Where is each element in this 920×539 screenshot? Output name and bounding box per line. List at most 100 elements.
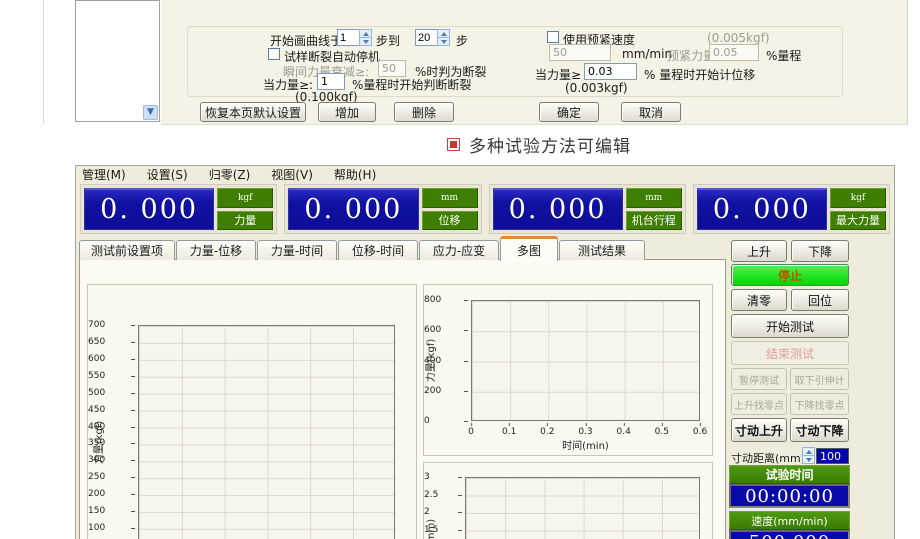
- delete-button[interactable]: 删除: [394, 102, 454, 122]
- ok-button[interactable]: 确定: [539, 102, 599, 122]
- y-tick-label: 2.5: [424, 490, 463, 500]
- end-step-input[interactable]: [415, 29, 437, 46]
- x-tick-label: 0.6: [693, 427, 707, 437]
- remove-extensometer-button: 取下引伸计: [790, 368, 849, 390]
- tab-pretest-settings[interactable]: 测试前设置项: [79, 240, 175, 260]
- restore-defaults-button[interactable]: 恢复本页默认设置: [200, 102, 306, 122]
- red-square-bullet-icon: [447, 138, 460, 151]
- up-find-zero-button: 上升找零点: [731, 393, 787, 415]
- tab-stress-strain[interactable]: 应力-应变: [419, 240, 499, 260]
- spinner-arrows-icon[interactable]: [359, 29, 372, 46]
- y-tick-label: 600: [88, 354, 136, 364]
- displacement-display-group: 0. 000 mm 位移: [284, 184, 481, 234]
- jog-down-button[interactable]: 寸动下降: [790, 418, 849, 442]
- stroke-display-group: 0. 000 mm 机台行程: [489, 184, 686, 234]
- chart-force-left: 力量(kgf) 70065060055050045040035030025020…: [87, 284, 417, 539]
- tab-force-time[interactable]: 力量-时间: [257, 240, 337, 260]
- test-time-header: 试验时间: [729, 465, 850, 484]
- y-tick-label: 400: [424, 356, 469, 366]
- menu-manage[interactable]: 管理(M): [82, 166, 126, 183]
- x-tick-label: 0.2: [540, 427, 554, 437]
- method-settings-dialog: 开始画曲线于第 步到 步 试样断裂自动停机 瞬间力量衰减≥: %时判为断裂 当力…: [161, 0, 908, 125]
- add-button[interactable]: 增加: [318, 102, 376, 122]
- force2-hint: (0.003kgf): [565, 81, 628, 95]
- y-tick-label: 250: [88, 472, 136, 482]
- x-tick-label: 0.1: [502, 427, 516, 437]
- preforce-label: 预紧力量: [667, 47, 715, 64]
- tab-multi-chart[interactable]: 多图: [500, 236, 558, 261]
- menu-settings[interactable]: 设置(S): [147, 166, 188, 183]
- plot-area: [138, 325, 395, 539]
- y-tick-label: 400: [88, 422, 136, 432]
- y-tick-label: 200: [88, 489, 136, 499]
- zero-button[interactable]: 清零: [731, 289, 787, 311]
- y-tick-label: 100: [88, 523, 136, 533]
- stop-button[interactable]: 停止: [731, 264, 849, 286]
- y-tick-label: 700: [88, 320, 136, 330]
- machine-control-panel: 上升 下降 停止 清零 回位 开始测试 结束测试 暂停测试 取下引伸计 上升找零…: [729, 238, 851, 539]
- jog-up-button[interactable]: 寸动上升: [731, 418, 787, 442]
- cancel-button[interactable]: 取消: [621, 102, 681, 122]
- force-unit-label: kgf: [217, 188, 273, 208]
- test-software-window: 管理(M) 设置(S) 归零(Z) 视图(V) 帮助(H) 0. 000 kgf…: [75, 165, 895, 539]
- tab-test-result[interactable]: 测试结果: [559, 240, 645, 260]
- y-tick-label: 650: [88, 337, 136, 347]
- y-tick-label: 2: [424, 507, 463, 517]
- force-lcd: 0. 000: [84, 188, 214, 230]
- chart-displacement-time: 位移(mm) 32.521.5: [423, 462, 713, 539]
- y-tick-label: 350: [88, 438, 136, 448]
- test-time-display: 00:00:00: [729, 484, 850, 508]
- down-button[interactable]: 下降: [791, 240, 849, 262]
- lcd-display-row: 0. 000 kgf 力量 0. 000 mm 位移 0. 000 mm 机台行…: [80, 184, 890, 234]
- chart-force-time: 力量(kgf) 8006004002000 00.10.20.30.40.50.…: [423, 284, 713, 456]
- menu-view[interactable]: 视图(V): [271, 166, 313, 183]
- jog-distance-value[interactable]: 100: [816, 448, 849, 464]
- force1-input[interactable]: [317, 73, 345, 90]
- jog-distance-spinner[interactable]: [802, 447, 815, 464]
- y-tick-label: 1.5: [424, 525, 463, 535]
- tab-force-displacement[interactable]: 力量-位移: [176, 240, 256, 260]
- displacement-lcd: 0. 000: [288, 188, 418, 230]
- y-tick-label: 550: [88, 371, 136, 381]
- scrollbar-down-icon[interactable]: ▼: [143, 105, 158, 120]
- spinner-arrows-icon[interactable]: [437, 29, 450, 46]
- stroke-lcd: 0. 000: [493, 188, 623, 230]
- y-tick-label: 200: [424, 386, 469, 396]
- y-tick-label: 450: [88, 405, 136, 415]
- end-step-stepper[interactable]: [415, 29, 450, 46]
- jog-distance-label: 寸动距离(mm): [731, 450, 805, 466]
- x-tick-label: 0.3: [578, 427, 592, 437]
- step-label: 步: [456, 32, 468, 49]
- start-step-input[interactable]: [337, 29, 359, 46]
- max-force-unit-label: kgf: [830, 188, 886, 208]
- menu-zero[interactable]: 归零(Z): [209, 166, 251, 183]
- x-tick-label: 0.5: [655, 427, 669, 437]
- force-display-group: 0. 000 kgf 力量: [80, 184, 277, 234]
- pretension-speed-input: [549, 44, 611, 61]
- plot-area: [465, 477, 700, 539]
- pretension-checkbox[interactable]: [547, 31, 559, 43]
- y-tick-label: 0: [424, 416, 469, 426]
- stroke-unit-label: mm: [626, 188, 682, 208]
- y-tick-label: 500: [88, 388, 136, 398]
- pause-test-button: 暂停测试: [731, 368, 787, 390]
- force2-input[interactable]: [584, 63, 637, 80]
- chart-tab-bar: 测试前设置项 力量-位移 力量-时间 位移-时间 应力-应变 多图 测试结果: [79, 236, 646, 260]
- menu-help[interactable]: 帮助(H): [334, 166, 376, 183]
- y-tick-label: 800: [424, 295, 469, 305]
- speed-display: 500.000: [729, 530, 850, 539]
- break-stop-checkbox[interactable]: [268, 48, 280, 60]
- decay-input: [378, 60, 406, 77]
- method-listbox[interactable]: ▼: [75, 0, 160, 122]
- up-button[interactable]: 上升: [731, 240, 787, 262]
- return-button[interactable]: 回位: [791, 289, 849, 311]
- start-step-stepper[interactable]: [337, 29, 372, 46]
- x-tick-label: 0.4: [617, 427, 631, 437]
- y-tick-label: 300: [88, 455, 136, 465]
- tab-displacement-time[interactable]: 位移-时间: [338, 240, 418, 260]
- start-test-button[interactable]: 开始测试: [731, 314, 849, 338]
- plot-area: [471, 300, 700, 421]
- end-test-button: 结束测试: [731, 341, 849, 365]
- caption-text: 多种试验方法可编辑: [469, 132, 631, 157]
- to-label: 步到: [376, 32, 400, 49]
